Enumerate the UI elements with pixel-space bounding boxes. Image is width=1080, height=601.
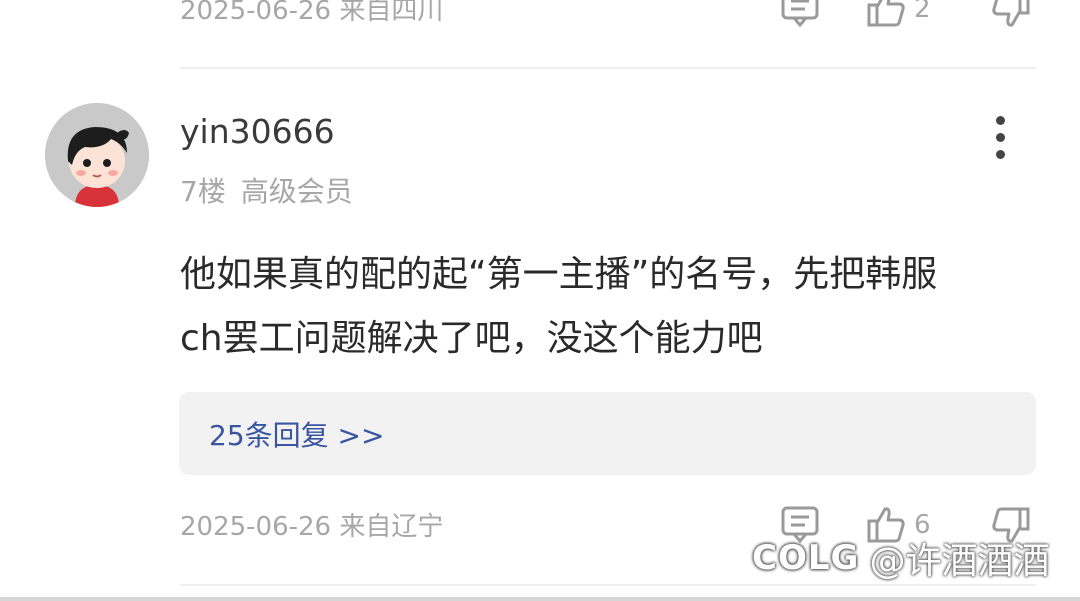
user-subtitle: 7楼 高级会员 [180,170,353,210]
cartoon-avatar-icon [45,103,149,207]
like-button[interactable]: 2 [866,0,931,28]
comment-meta: 2025-06-26 来自辽宁 [180,511,444,542]
username[interactable]: yin30666 [180,112,335,151]
thumbs-up-icon [867,0,905,27]
like-count: 2 [914,0,931,24]
view-replies-link[interactable]: 25条回复 >> [209,414,384,454]
watermark-logo: COLG [752,538,860,578]
prev-comment-meta: 2025-06-26 来自四川 [180,0,444,26]
floor-number: 7楼 [180,175,226,208]
watermark: COLG @许酒酒酒 [752,532,1049,584]
member-level: 高级会员 [240,175,353,208]
reply-icon[interactable] [780,0,820,28]
prev-comment-actions: 2 [736,0,1036,28]
comment-text-line: 他如果真的配的起“第一主播”的名号，先把韩服 [180,254,938,295]
prev-comment-footer: 2025-06-26 来自四川 2 [180,0,1036,28]
dislike-button[interactable] [991,0,1031,28]
replies-box[interactable]: 25条回复 >> [179,392,1036,475]
comment-text-line: ch罢工问题解决了吧，没这个能力吧 [180,318,763,359]
more-options-icon[interactable] [988,116,1012,160]
thumbs-down-icon [992,0,1030,27]
bottom-edge [0,597,1080,601]
avatar[interactable] [45,103,149,207]
comment-divider [180,584,1036,586]
watermark-handle: @许酒酒酒 [869,541,1050,582]
comment-divider [180,67,1036,69]
comment-content: 他如果真的配的起“第一主播”的名号，先把韩服 ch罢工问题解决了吧，没这个能力吧 [180,243,1040,371]
